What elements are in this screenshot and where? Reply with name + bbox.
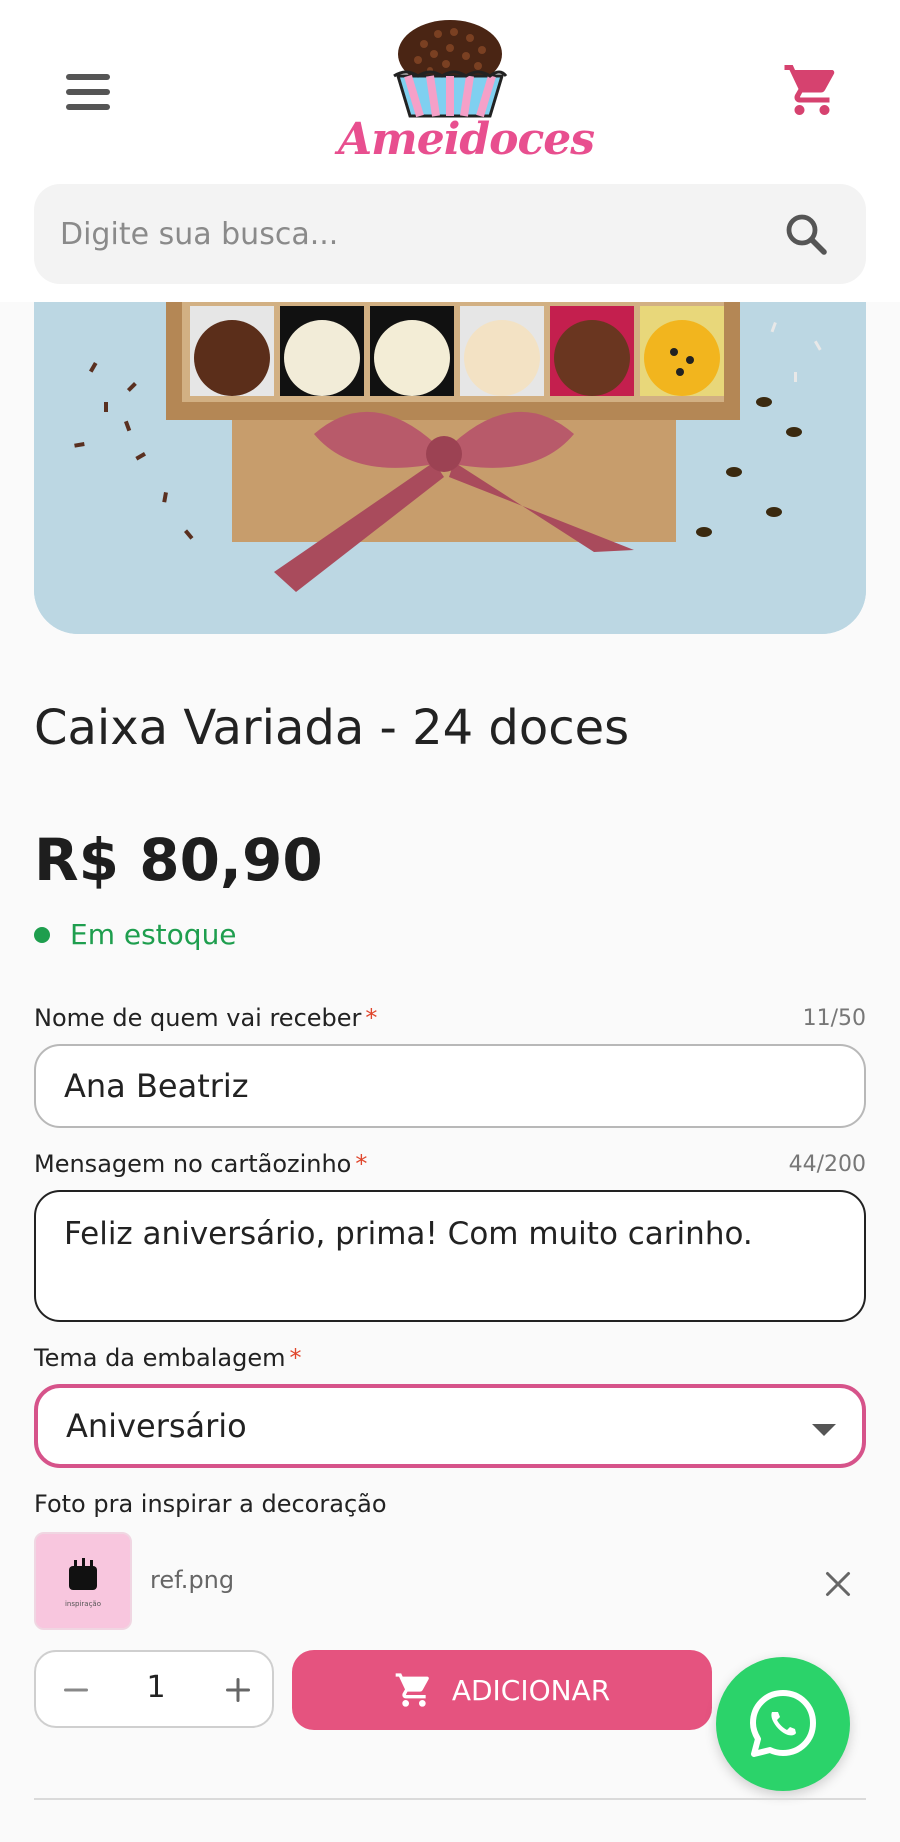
recipient-char-counter: 11/50 (802, 1006, 866, 1031)
quantity-stepper: 1 (34, 1650, 274, 1728)
required-mark: * (355, 1150, 368, 1178)
search-bar (34, 184, 866, 284)
recipient-name-value: Ana Beatriz (64, 1067, 249, 1105)
brand-name: Ameidoces (338, 114, 595, 165)
plus-icon[interactable] (220, 1672, 256, 1708)
package-theme-selected: Aniversário (66, 1407, 247, 1445)
required-mark: * (365, 1004, 378, 1032)
uploaded-file-name: ref.png (150, 1566, 235, 1594)
card-message-label-text: Mensagem no cartãozinho (34, 1150, 352, 1178)
stock-status: Em estoque (34, 918, 237, 951)
chevron-down-icon (812, 1424, 836, 1436)
recipient-label: Nome de quem vai receber * (34, 1004, 377, 1032)
cake-thumbnail-icon: inspiração (36, 1534, 130, 1628)
product-photo[interactable] (34, 302, 866, 634)
product-price: R$ 80,90 (34, 826, 323, 894)
package-theme-select[interactable]: Aniversário (34, 1384, 866, 1468)
brigadeiro-logo-icon (393, 20, 508, 118)
card-message-value: Feliz aniversário, prima! Com muito cari… (64, 1216, 753, 1252)
recipient-label-text: Nome de quem vai receber (34, 1004, 362, 1032)
inspiration-photo-label: Foto pra inspirar a decoração (34, 1490, 387, 1518)
product-title: Caixa Variada - 24 doces (34, 700, 630, 756)
add-to-cart-label: ADICIONAR (451, 1673, 611, 1707)
truffle-box-image (34, 302, 866, 634)
inspiration-thumbnail[interactable]: inspiração (34, 1532, 132, 1630)
brand-logo[interactable]: Ameidoces (338, 14, 595, 166)
remove-file-close-icon[interactable] (820, 1566, 856, 1602)
stock-status-label: Em estoque (70, 918, 237, 951)
recipient-name-input[interactable]: Ana Beatriz (34, 1044, 866, 1128)
shopping-cart-icon (395, 1673, 429, 1707)
search-input[interactable] (60, 184, 760, 284)
card-message-char-counter: 44/200 (788, 1152, 866, 1177)
hamburger-menu-icon[interactable] (60, 68, 116, 116)
card-message-label: Mensagem no cartãozinho * (34, 1150, 367, 1178)
package-theme-label: Tema da embalagem * (34, 1344, 301, 1372)
required-mark: * (289, 1344, 302, 1372)
search-icon[interactable] (782, 210, 830, 258)
app-header: Ameidoces (0, 0, 900, 302)
card-message-textarea[interactable]: Feliz aniversário, prima! Com muito cari… (34, 1190, 866, 1322)
package-theme-label-text: Tema da embalagem (34, 1344, 286, 1372)
add-to-cart-button[interactable]: ADICIONAR (292, 1650, 712, 1730)
stock-dot-icon (34, 926, 50, 943)
shopping-cart-icon[interactable] (782, 60, 842, 120)
minus-icon[interactable] (58, 1672, 94, 1708)
whatsapp-icon[interactable] (716, 1657, 850, 1791)
section-divider (34, 1798, 866, 1800)
quantity-value[interactable]: 1 (126, 1670, 186, 1705)
thumbnail-caption: inspiração (65, 1600, 101, 1608)
